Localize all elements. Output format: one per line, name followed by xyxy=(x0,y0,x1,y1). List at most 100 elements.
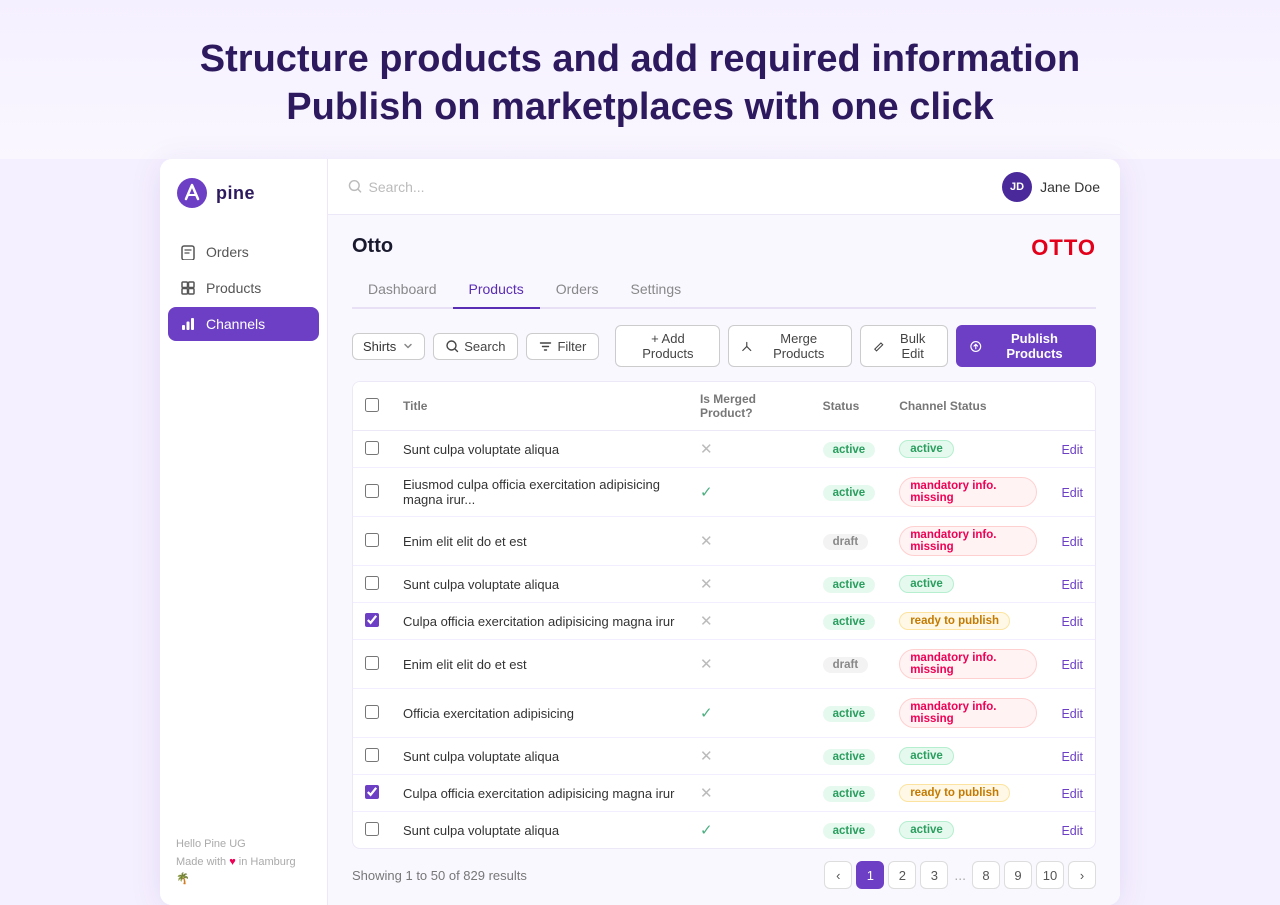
channel-header: Otto OTTO xyxy=(352,235,1096,261)
tab-orders[interactable]: Orders xyxy=(540,273,615,309)
row-edit[interactable]: Edit xyxy=(1049,738,1095,775)
logo-text: pine xyxy=(216,183,255,204)
select-all-checkbox[interactable] xyxy=(365,398,379,412)
edit-link[interactable]: Edit xyxy=(1061,787,1083,801)
pine-logo-icon xyxy=(176,177,208,209)
edit-link[interactable]: Edit xyxy=(1061,615,1083,629)
row-edit[interactable]: Edit xyxy=(1049,640,1095,689)
cross-icon: ✕ xyxy=(700,656,713,673)
row-edit[interactable]: Edit xyxy=(1049,431,1095,468)
row-status: draft xyxy=(811,640,888,689)
row-status: active xyxy=(811,689,888,738)
row-checkbox[interactable] xyxy=(365,576,379,590)
row-title: Sunt culpa voluptate aliqua xyxy=(391,738,688,775)
row-checkbox[interactable] xyxy=(365,705,379,719)
cross-icon: ✕ xyxy=(700,576,713,593)
row-edit[interactable]: Edit xyxy=(1049,517,1095,566)
sidebar-item-products[interactable]: Products xyxy=(168,271,319,305)
row-checkbox[interactable] xyxy=(365,656,379,670)
table-row: Enim elit elit do et est✕draftmandatory … xyxy=(353,640,1095,689)
table-row: Sunt culpa voluptate aliqua✕activeactive… xyxy=(353,431,1095,468)
table-row: Sunt culpa voluptate aliqua✕activeactive… xyxy=(353,566,1095,603)
toolbar: Shirts Search Filter xyxy=(352,325,1096,367)
search-input[interactable] xyxy=(369,179,1003,195)
row-merged: ✕ xyxy=(688,640,811,689)
publish-products-button[interactable]: Publish Products xyxy=(956,325,1096,367)
user-area[interactable]: JD Jane Doe xyxy=(1002,172,1100,202)
status-badge: draft xyxy=(823,657,869,673)
user-name: Jane Doe xyxy=(1040,179,1100,195)
search-button[interactable]: Search xyxy=(433,333,518,360)
sidebar-item-channels[interactable]: Channels xyxy=(168,307,319,341)
row-edit[interactable]: Edit xyxy=(1049,468,1095,517)
page-9-button[interactable]: 9 xyxy=(1004,861,1032,889)
row-edit[interactable]: Edit xyxy=(1049,603,1095,640)
page-8-button[interactable]: 8 xyxy=(972,861,1000,889)
bulk-edit-button[interactable]: Bulk Edit xyxy=(860,325,948,367)
row-channel-status: mandatory info. missing xyxy=(887,689,1049,738)
tab-settings[interactable]: Settings xyxy=(615,273,698,309)
row-checkbox[interactable] xyxy=(365,748,379,762)
row-checkbox[interactable] xyxy=(365,533,379,547)
row-checkbox[interactable] xyxy=(365,613,379,627)
row-edit[interactable]: Edit xyxy=(1049,689,1095,738)
channels-label: Channels xyxy=(206,316,265,332)
status-badge: active xyxy=(823,749,876,765)
row-edit[interactable]: Edit xyxy=(1049,812,1095,849)
page-10-button[interactable]: 10 xyxy=(1036,861,1064,889)
merge-products-button[interactable]: Merge Products xyxy=(728,325,852,367)
row-merged: ✓ xyxy=(688,812,811,849)
table-row: Sunt culpa voluptate aliqua✕activeactive… xyxy=(353,738,1095,775)
search-btn-label: Search xyxy=(464,339,505,354)
status-badge: active xyxy=(823,786,876,802)
category-select[interactable]: Shirts xyxy=(352,333,425,360)
sidebar-item-orders[interactable]: Orders xyxy=(168,235,319,269)
publish-icon xyxy=(970,340,982,353)
edit-link[interactable]: Edit xyxy=(1061,486,1083,500)
edit-link[interactable]: Edit xyxy=(1061,578,1083,592)
page-1-button[interactable]: 1 xyxy=(856,861,884,889)
channel-name: Otto xyxy=(352,235,393,258)
add-products-button[interactable]: + Add Products xyxy=(615,325,720,367)
row-edit[interactable]: Edit xyxy=(1049,566,1095,603)
edit-link[interactable]: Edit xyxy=(1061,824,1083,838)
edit-link[interactable]: Edit xyxy=(1061,443,1083,457)
row-edit[interactable]: Edit xyxy=(1049,775,1095,812)
row-title: Eiusmod culpa officia exercitation adipi… xyxy=(391,468,688,517)
tab-products[interactable]: Products xyxy=(453,273,540,309)
category-value: Shirts xyxy=(363,339,396,354)
row-channel-status: mandatory info. missing xyxy=(887,517,1049,566)
row-status: active xyxy=(811,566,888,603)
table-row: Culpa officia exercitation adipisicing m… xyxy=(353,603,1095,640)
avatar: JD xyxy=(1002,172,1032,202)
filter-button[interactable]: Filter xyxy=(526,333,599,360)
next-page-button[interactable]: › xyxy=(1068,861,1096,889)
col-merged: Is Merged Product? xyxy=(688,382,811,431)
edit-link[interactable]: Edit xyxy=(1061,658,1083,672)
channel-status-badge: mandatory info. missing xyxy=(899,526,1037,556)
tab-dashboard[interactable]: Dashboard xyxy=(352,273,453,309)
bulk-edit-icon xyxy=(873,340,885,353)
row-checkbox[interactable] xyxy=(365,484,379,498)
channel-status-badge: ready to publish xyxy=(899,784,1010,802)
edit-link[interactable]: Edit xyxy=(1061,707,1083,721)
add-products-label: + Add Products xyxy=(628,331,707,361)
row-status: active xyxy=(811,738,888,775)
row-checkbox[interactable] xyxy=(365,822,379,836)
page-2-button[interactable]: 2 xyxy=(888,861,916,889)
row-title: Enim elit elit do et est xyxy=(391,517,688,566)
edit-link[interactable]: Edit xyxy=(1061,750,1083,764)
col-actions xyxy=(1049,382,1095,431)
row-channel-status: mandatory info. missing xyxy=(887,468,1049,517)
pagination-dots: ... xyxy=(952,867,968,883)
prev-page-button[interactable]: ‹ xyxy=(824,861,852,889)
table-row: Eiusmod culpa officia exercitation adipi… xyxy=(353,468,1095,517)
row-channel-status: active xyxy=(887,566,1049,603)
row-checkbox[interactable] xyxy=(365,785,379,799)
page-3-button[interactable]: 3 xyxy=(920,861,948,889)
row-checkbox[interactable] xyxy=(365,441,379,455)
row-status: active xyxy=(811,812,888,849)
col-channel-status: Channel Status xyxy=(887,382,1049,431)
channel-status-badge: ready to publish xyxy=(899,612,1010,630)
edit-link[interactable]: Edit xyxy=(1061,535,1083,549)
